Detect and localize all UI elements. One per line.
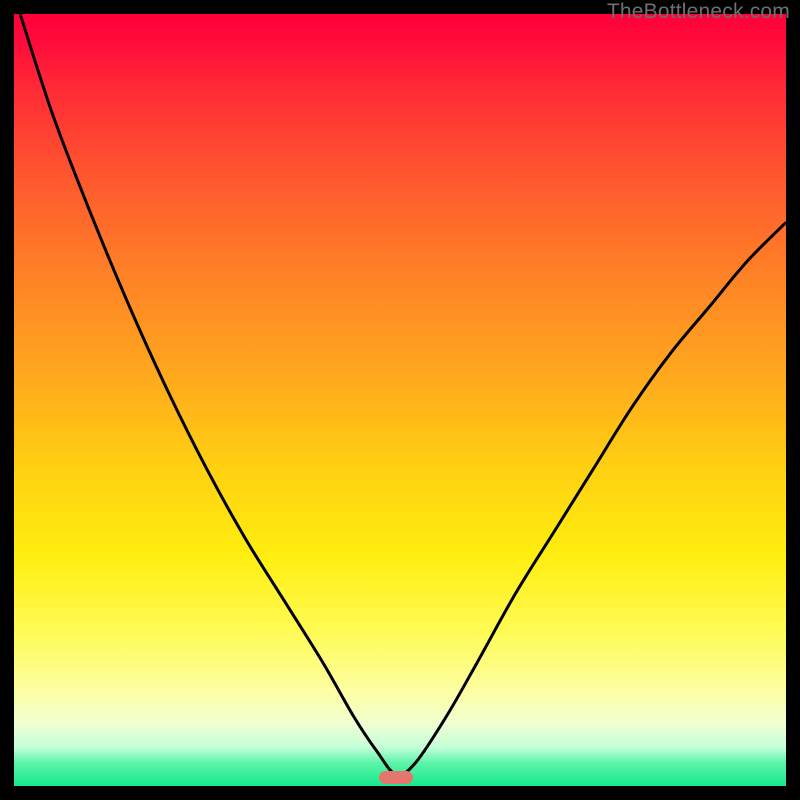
plot-area (14, 14, 786, 786)
watermark-text: TheBottleneck.com (607, 0, 790, 24)
bottleneck-chart: TheBottleneck.com (0, 0, 800, 800)
curve-svg (14, 14, 786, 786)
minimum-marker (379, 771, 413, 784)
bottleneck-curve-path (20, 14, 786, 775)
